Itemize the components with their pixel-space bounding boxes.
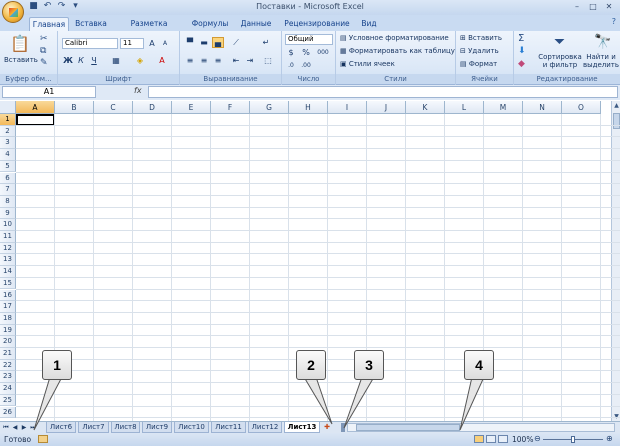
- callout-4-pointer: [459, 376, 485, 431]
- callout-4: 4: [464, 350, 494, 380]
- callout-1-pointer: [33, 376, 63, 431]
- callout-2: 2: [296, 350, 326, 380]
- callout-3: 3: [354, 350, 384, 380]
- callout-1: 1: [42, 350, 72, 380]
- callout-3-pointer: [343, 376, 375, 429]
- callout-2-pointer: [303, 376, 333, 425]
